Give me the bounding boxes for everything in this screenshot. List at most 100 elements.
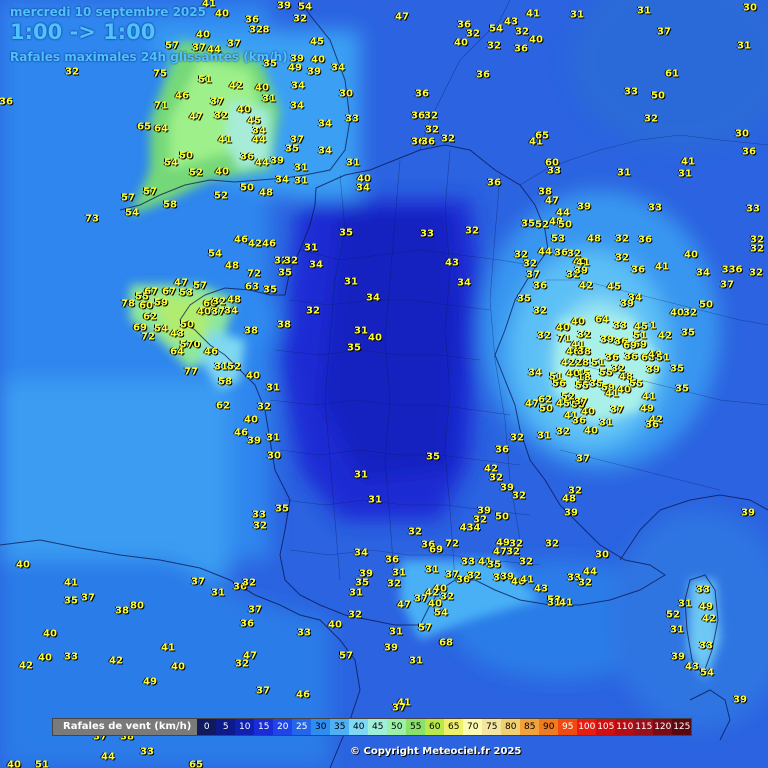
gust-value: 40 [197, 306, 211, 318]
gust-value: 47 [493, 546, 507, 558]
color-legend: Rafales de vent (km/h) 0 5 10 15 20 25 30 35 40 4… [52, 718, 693, 736]
gust-value: 50 [179, 150, 193, 162]
gust-value: 67 [162, 286, 176, 298]
gust-value: 31 [354, 469, 368, 481]
gust-value: 41 [64, 577, 78, 589]
gust-value: 69 [623, 340, 637, 352]
gust-value: 48 [562, 493, 576, 505]
gust-value: 32 [487, 40, 501, 52]
legend-title: Rafales de vent (km/h) [63, 721, 192, 732]
gust-value: 40 [246, 370, 260, 382]
gust-value: 52 [227, 361, 241, 373]
gust-value: 31 [678, 598, 692, 610]
gust-value: 42 [702, 613, 716, 625]
gust-value: 34 [290, 100, 304, 112]
legend-swatch: 90 [539, 719, 559, 735]
gust-value: 53 [179, 287, 193, 299]
gust-value: 44 [207, 44, 221, 56]
gust-value: 39 [671, 651, 685, 663]
gust-value: 41 [526, 8, 540, 20]
gust-value: 32 [683, 307, 697, 319]
gust-value: 33 [746, 203, 760, 215]
gust-value: 42 [248, 238, 262, 250]
gust-value: 30 [339, 88, 353, 100]
gust-value: 40 [244, 414, 258, 426]
gust-value: 34 [528, 367, 542, 379]
gust-value: 32 [615, 233, 629, 245]
gust-value: 49 [640, 403, 654, 415]
gust-value: 42 [425, 587, 439, 599]
gust-value: 37 [227, 38, 241, 50]
gust-value: 40 [43, 628, 57, 640]
gust-value: 32 [441, 133, 455, 145]
gust-value: 39 [564, 507, 578, 519]
gust-value: 35 [681, 327, 695, 339]
legend-swatch: 10 [235, 719, 255, 735]
gust-value: 36 [605, 352, 619, 364]
gust-value: 35 [285, 143, 299, 155]
gust-value: 35 [275, 503, 289, 515]
gust-value: 58 [163, 199, 177, 211]
legend-swatch: 105 [596, 719, 616, 735]
gust-value: 41 [559, 597, 573, 609]
gust-value: 36 [554, 247, 568, 259]
gust-value: 57 [418, 622, 432, 634]
gust-value: 51 [198, 74, 212, 86]
gust-value: 78 [121, 298, 135, 310]
gust-value: 32 [408, 526, 422, 538]
gust-value: 30 [595, 549, 609, 561]
gust-value: 37 [248, 604, 262, 616]
gust-value: 32 [578, 577, 592, 589]
gust-value: 33 [420, 228, 434, 240]
gust-value: 32 [253, 520, 267, 532]
legend-swatch: 45 [368, 719, 388, 735]
gust-value: 36 [411, 110, 425, 122]
legend-swatch: 25 [292, 719, 312, 735]
map-time-range: 1:00 -> 1:00 [10, 20, 156, 44]
gust-value: 49 [699, 601, 713, 613]
gust-value: 46 [234, 234, 248, 246]
gust-value: 52 [666, 609, 680, 621]
legend-swatch: 80 [501, 719, 521, 735]
gust-value: 41 [161, 642, 175, 654]
legend-swatch: 110 [615, 719, 635, 735]
gust-value: 65 [189, 759, 203, 768]
gust-value: 31 [617, 167, 631, 179]
gust-value: 37 [191, 576, 205, 588]
gust-value: 43 [685, 661, 699, 673]
gust-value: 52 [189, 167, 203, 179]
gust-value: 62 [143, 311, 157, 323]
gust-value: 54 [208, 248, 222, 260]
gust-value: 37 [81, 592, 95, 604]
gust-value: 40 [571, 316, 585, 328]
gust-value: 63 [245, 281, 259, 293]
legend-swatch: 125 [672, 719, 692, 735]
gust-value: 45 [607, 281, 621, 293]
gust-value: 52 [214, 190, 228, 202]
gust-value: 40 [255, 82, 269, 94]
legend-swatch: 30 [311, 719, 331, 735]
gust-value: 35 [426, 451, 440, 463]
legend-swatch: 65 [444, 719, 464, 735]
gust-value: 48 [259, 187, 273, 199]
gust-value: 39 [577, 201, 591, 213]
gust-value: 37 [526, 269, 540, 281]
gust-value: 60 [139, 300, 153, 312]
gust-value: 42 [561, 357, 575, 369]
gust-value: 32 [523, 258, 537, 270]
gust-value: 32 [519, 556, 533, 568]
gust-value: 35 [517, 293, 531, 305]
gust-value: 71 [154, 100, 168, 112]
gust-value: 31 [737, 40, 751, 52]
gust-value: 33 [696, 584, 710, 596]
gust-value: 39 [277, 0, 291, 12]
legend-swatch: 0 [197, 719, 217, 735]
gust-value: 34 [275, 174, 289, 186]
gust-value: 32 [257, 401, 271, 413]
gust-value: 40 [584, 425, 598, 437]
legend-swatch: 85 [520, 719, 540, 735]
gust-value: 75 [153, 68, 167, 80]
gust-value: 64 [170, 346, 184, 358]
gust-value: 39 [247, 435, 261, 447]
gust-value: 32 [510, 432, 524, 444]
